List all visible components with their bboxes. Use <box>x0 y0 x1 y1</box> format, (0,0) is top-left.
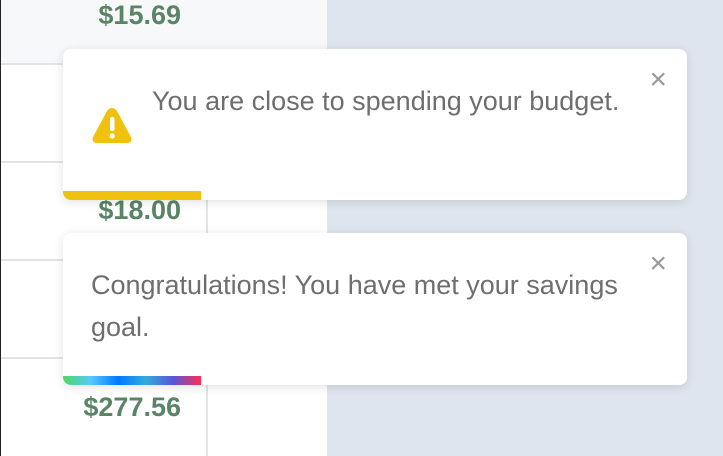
amount-cell: $277.56 <box>83 392 181 422</box>
toast-message: You are close to spending your budget. <box>152 86 620 116</box>
budget-warning-toast: You are close to spending your budget. × <box>63 49 687 200</box>
toast-message: Congratulations! You have met your savin… <box>91 270 618 342</box>
close-icon[interactable]: × <box>649 249 667 279</box>
savings-success-toast: Congratulations! You have met your savin… <box>63 233 687 385</box>
close-icon[interactable]: × <box>649 65 667 95</box>
progress-bar <box>63 191 201 200</box>
amount-cell: $15.69 <box>98 0 181 30</box>
warning-triangle-icon <box>92 108 132 143</box>
progress-bar <box>63 376 201 385</box>
